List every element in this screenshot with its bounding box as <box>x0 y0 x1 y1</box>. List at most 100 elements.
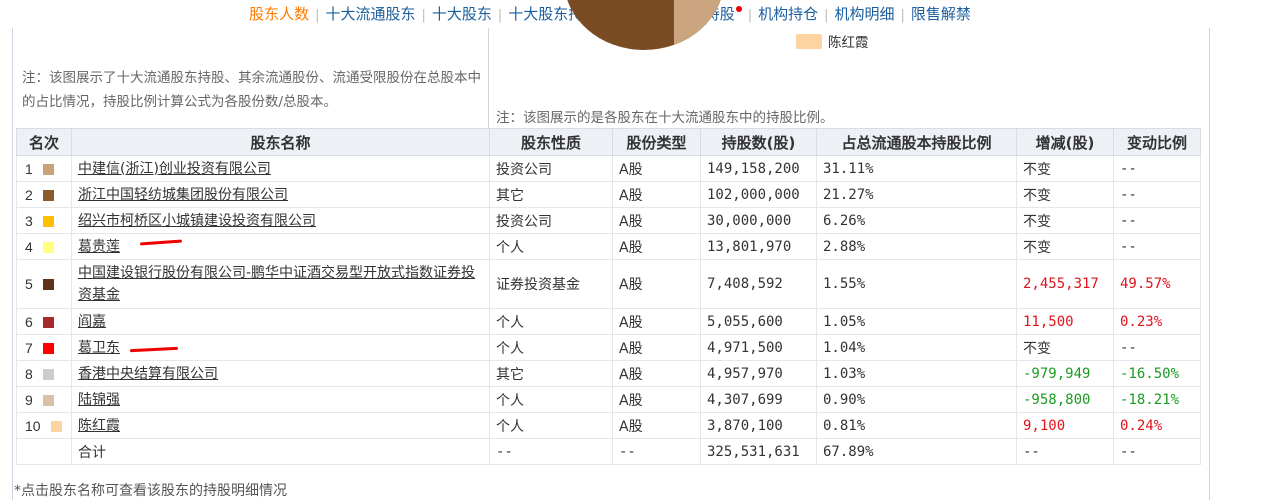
change-ratio-cell: 49.57% <box>1113 259 1201 309</box>
percent-cell: 0.81% <box>816 412 1017 439</box>
column-header: 占总流通股本持股比例 <box>816 128 1017 156</box>
change-cell: -958,800 <box>1016 386 1114 413</box>
nav-tab-6[interactable]: 机构明细 <box>835 5 895 23</box>
rank-cell: 8 <box>16 360 72 387</box>
shareholder-name-link[interactable]: 陈红霞 <box>78 418 120 434</box>
column-header: 名次 <box>16 128 72 156</box>
shareholder-name-cell: 绍兴市柯桥区小城镇建设投资有限公司 <box>71 207 490 234</box>
rank-number: 1 <box>25 160 33 177</box>
legend-label: 陈红霞 <box>828 35 869 51</box>
color-swatch <box>42 163 54 175</box>
share-type-cell: A股 <box>612 181 701 208</box>
shares-cell: 7,408,592 <box>700 259 817 309</box>
percent-cell: 0.90% <box>816 386 1017 413</box>
table-header-row: 名次 股东名称 股东性质 股份类型 持股数(股) 占总流通股本持股比例 增减(股) 变动比例 <box>16 128 1201 156</box>
rank-cell: 4 <box>16 233 72 260</box>
total-label: 合计 <box>71 438 490 465</box>
shareholder-name-cell: 陈红霞 <box>71 412 490 439</box>
rank-number: 3 <box>25 212 33 229</box>
shareholder-name-link[interactable]: 葛卫东 <box>78 340 120 356</box>
shareholder-name-link[interactable]: 葛贵莲 <box>78 239 120 255</box>
nav-separator: | <box>315 8 320 23</box>
nature-cell: 个人 <box>489 334 613 361</box>
rank-number: 8 <box>25 365 33 382</box>
change-cell: 不变 <box>1016 334 1114 361</box>
table-row: 10 陈红霞 个人 A股 3,870,100 0.81% 9,100 0.24% <box>16 412 1201 439</box>
rank-number: 5 <box>25 276 33 292</box>
column-header: 增减(股) <box>1016 128 1114 156</box>
color-swatch <box>50 420 62 432</box>
percent-cell: 1.03% <box>816 360 1017 387</box>
new-dot-icon <box>735 6 742 12</box>
rank-cell: 10 <box>16 412 72 439</box>
nav-tab-5[interactable]: 机构持仓 <box>758 5 818 23</box>
change-ratio-cell: -- <box>1113 233 1201 260</box>
column-header: 变动比例 <box>1113 128 1201 156</box>
pie-slice <box>674 0 724 50</box>
table-footnote: *点击股东名称可查看该股东的持股明细情况 <box>14 483 287 499</box>
shareholder-name-link[interactable]: 中国建设银行股份有限公司-鹏华中证酒交易型开放式指数证券投资基金 <box>78 265 475 303</box>
share-type-cell: A股 <box>612 259 701 309</box>
rank-number: 6 <box>25 313 33 330</box>
rank-cell: 5 <box>16 259 72 309</box>
color-swatch <box>42 368 54 380</box>
chart-note-left: 注：该图展示了十大流通股东持股、其余流通股份、流通受限股份在总股本中的占比情况，… <box>22 70 481 110</box>
rank-cell: 6 <box>16 308 72 335</box>
table-row: 1 中建信(浙江)创业投资有限公司 投资公司 A股 149,158,200 31.11% 不… <box>16 155 1201 182</box>
shareholder-name-link[interactable]: 陆锦强 <box>78 392 120 408</box>
table-row: 7 葛卫东 个人 A股 4,971,500 1.04% 不变 -- <box>16 334 1201 361</box>
rank-number: 9 <box>25 391 33 408</box>
change-ratio-cell: -- <box>1113 438 1201 465</box>
table-row: 5 中国建设银行股份有限公司-鹏华中证酒交易型开放式指数证券投资基金 证券投资基金 A… <box>16 259 1201 309</box>
nav-tab-7[interactable]: 限售解禁 <box>911 5 971 23</box>
table-row: 3 绍兴市柯桥区小城镇建设投资有限公司 投资公司 A股 30,000,000 6.26% 不… <box>16 207 1201 234</box>
share-type-cell: A股 <box>612 308 701 335</box>
percent-cell: 1.55% <box>816 259 1017 309</box>
nature-cell: 投资公司 <box>489 207 613 234</box>
shareholder-name-cell: 葛贵莲 <box>71 233 490 260</box>
share-type-cell: A股 <box>612 155 701 182</box>
shareholder-name-link[interactable]: 浙江中国轻纺城集团股份有限公司 <box>78 187 288 203</box>
column-header: 股份类型 <box>612 128 701 156</box>
table-row: 8 香港中央结算有限公司 其它 A股 4,957,970 1.03% -979,949 -16… <box>16 360 1201 387</box>
shareholder-name-link[interactable]: 阎嘉 <box>78 314 106 330</box>
legend-swatch <box>796 34 822 49</box>
shareholder-name-link[interactable]: 中建信(浙江)创业投资有限公司 <box>78 161 271 177</box>
nature-cell: 个人 <box>489 233 613 260</box>
shareholder-name-cell: 中建信(浙江)创业投资有限公司 <box>71 155 490 182</box>
rank-cell: 2 <box>16 181 72 208</box>
top-ten-shareholders-table: 名次 股东名称 股东性质 股份类型 持股数(股) 占总流通股本持股比例 增减(股) 变动比例 … <box>16 128 1201 465</box>
percent-cell: 21.27% <box>816 181 1017 208</box>
color-swatch <box>42 342 54 354</box>
rank-cell: 7 <box>16 334 72 361</box>
nav-tab-2[interactable]: 十大股东 <box>432 5 492 23</box>
shareholder-name-cell: 中国建设银行股份有限公司-鹏华中证酒交易型开放式指数证券投资基金 <box>71 259 490 309</box>
shares-cell: 325,531,631 <box>700 438 817 465</box>
share-type-cell: A股 <box>612 386 701 413</box>
change-cell: 不变 <box>1016 233 1114 260</box>
percent-cell: 1.05% <box>816 308 1017 335</box>
percent-cell: 67.89% <box>816 438 1017 465</box>
shares-cell: 5,055,600 <box>700 308 817 335</box>
column-header: 股东名称 <box>71 128 490 156</box>
nav-tab-0[interactable]: 股东人数 <box>249 5 309 23</box>
pie-legend-item: 陈红霞 <box>796 31 869 51</box>
shareholder-name-link[interactable]: 香港中央结算有限公司 <box>78 366 218 382</box>
total-row: 合计 -- -- 325,531,631 67.89% -- -- <box>16 438 1201 465</box>
change-cell: 不变 <box>1016 155 1114 182</box>
change-cell: 9,100 <box>1016 412 1114 439</box>
nav-separator: | <box>900 8 905 23</box>
nav-tab-1[interactable]: 十大流通股东 <box>325 5 415 23</box>
shareholder-name-link[interactable]: 绍兴市柯桥区小城镇建设投资有限公司 <box>78 213 316 229</box>
nature-cell: 其它 <box>489 181 613 208</box>
color-swatch <box>42 279 54 290</box>
nature-cell: 个人 <box>489 308 613 335</box>
nature-cell: 个人 <box>489 386 613 413</box>
change-cell: 不变 <box>1016 207 1114 234</box>
nav-separator: | <box>421 8 426 23</box>
rank-cell: 1 <box>16 155 72 182</box>
share-type-cell: A股 <box>612 412 701 439</box>
nav-separator: | <box>497 8 503 23</box>
color-swatch <box>42 215 54 227</box>
rank-cell <box>16 438 72 465</box>
